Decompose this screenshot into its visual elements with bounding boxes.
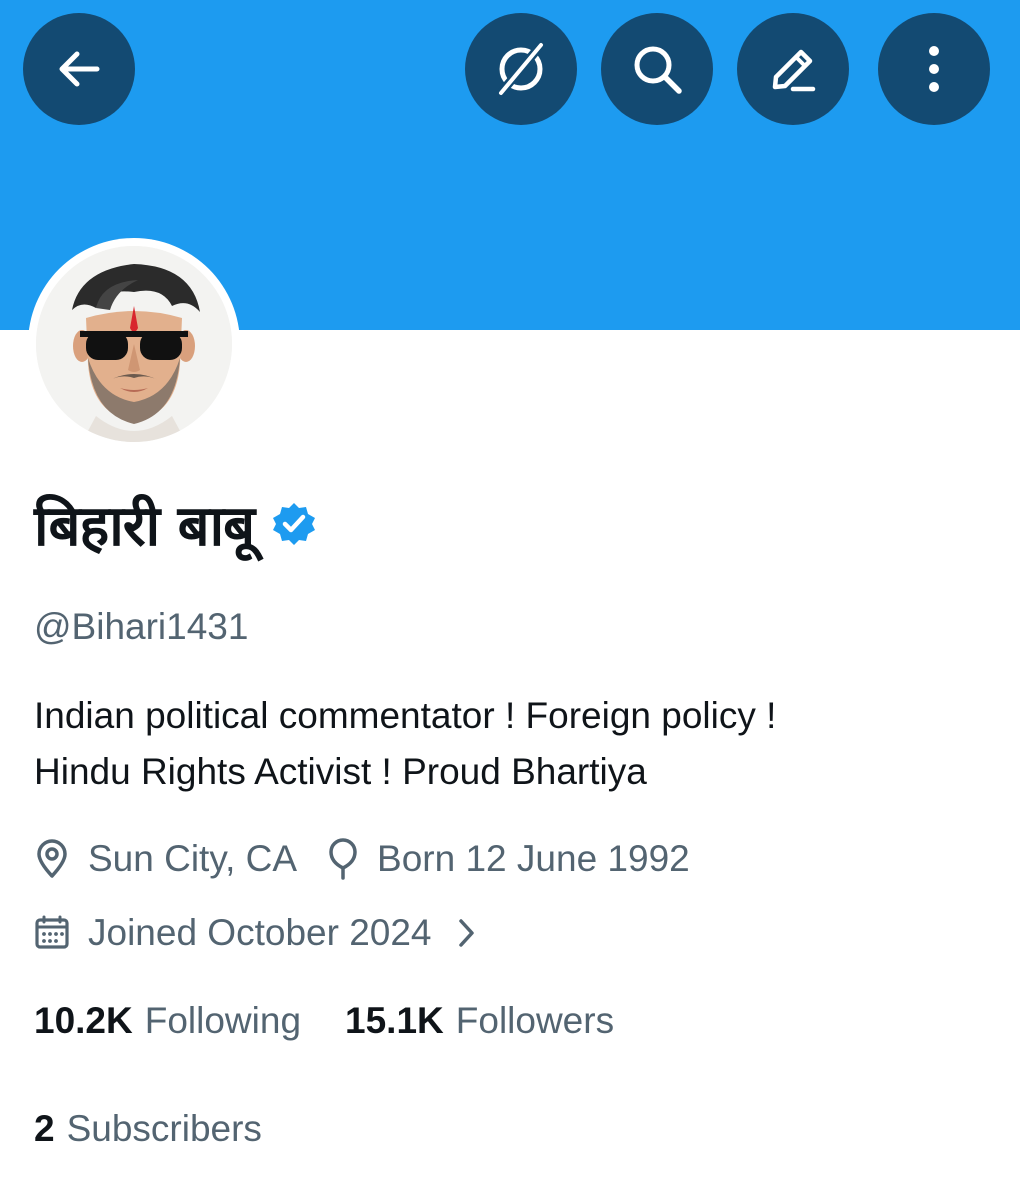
joined-row[interactable]: Joined October 2024: [34, 908, 476, 958]
profile-meta-row: Sun City, CA Born 12 June 1992: [34, 834, 690, 884]
edit-pencil-icon: [772, 49, 816, 92]
back-button[interactable]: [23, 13, 135, 125]
followers-link[interactable]: 15.1K Followers: [345, 1000, 614, 1042]
more-vertical-icon: [929, 46, 939, 92]
bio-line: Hindu Rights Activist ! Proud Bhartiya: [34, 751, 647, 792]
bio-line: Indian political commentator ! Foreign p…: [34, 695, 777, 736]
following-count: 10.2K: [34, 1000, 133, 1041]
more-options-button[interactable]: [878, 13, 990, 125]
chevron-right-icon[interactable]: [456, 917, 476, 949]
grok-icon: [494, 40, 546, 100]
name-row: बिहारी बाबू: [34, 488, 318, 560]
search-icon: [634, 46, 682, 94]
follow-stats: 10.2K Following 15.1K Followers: [34, 996, 614, 1046]
location-pin-icon: [34, 839, 70, 879]
subscribers-link[interactable]: 2 Subscribers: [34, 1104, 262, 1154]
cartoon-avatar-icon: [36, 246, 232, 442]
followers-count: 15.1K: [345, 1000, 444, 1041]
joined-text: Joined October 2024: [88, 912, 432, 953]
avatar[interactable]: [28, 238, 240, 450]
calendar-icon: [34, 915, 70, 951]
profile-handle: @Bihari1431: [34, 606, 249, 647]
balloon-icon: [327, 838, 359, 880]
display-name: बिहारी बाबू: [34, 494, 255, 559]
avatar-image: [36, 246, 232, 442]
profile-bio: Indian political commentator ! Foreign p…: [34, 688, 984, 800]
following-link[interactable]: 10.2K Following: [34, 1000, 301, 1042]
grok-button[interactable]: [465, 13, 577, 125]
birthday-text: Born 12 June 1992: [377, 838, 690, 879]
edit-button[interactable]: [737, 13, 849, 125]
verified-badge-icon[interactable]: [270, 500, 318, 553]
subscribers-count: 2: [34, 1108, 55, 1149]
location-text: Sun City, CA: [88, 838, 298, 879]
following-label: Following: [144, 1000, 302, 1041]
back-arrow-icon: [59, 51, 100, 87]
subscribers-label: Subscribers: [66, 1108, 262, 1149]
followers-label: Followers: [455, 1000, 615, 1041]
search-button[interactable]: [601, 13, 713, 125]
